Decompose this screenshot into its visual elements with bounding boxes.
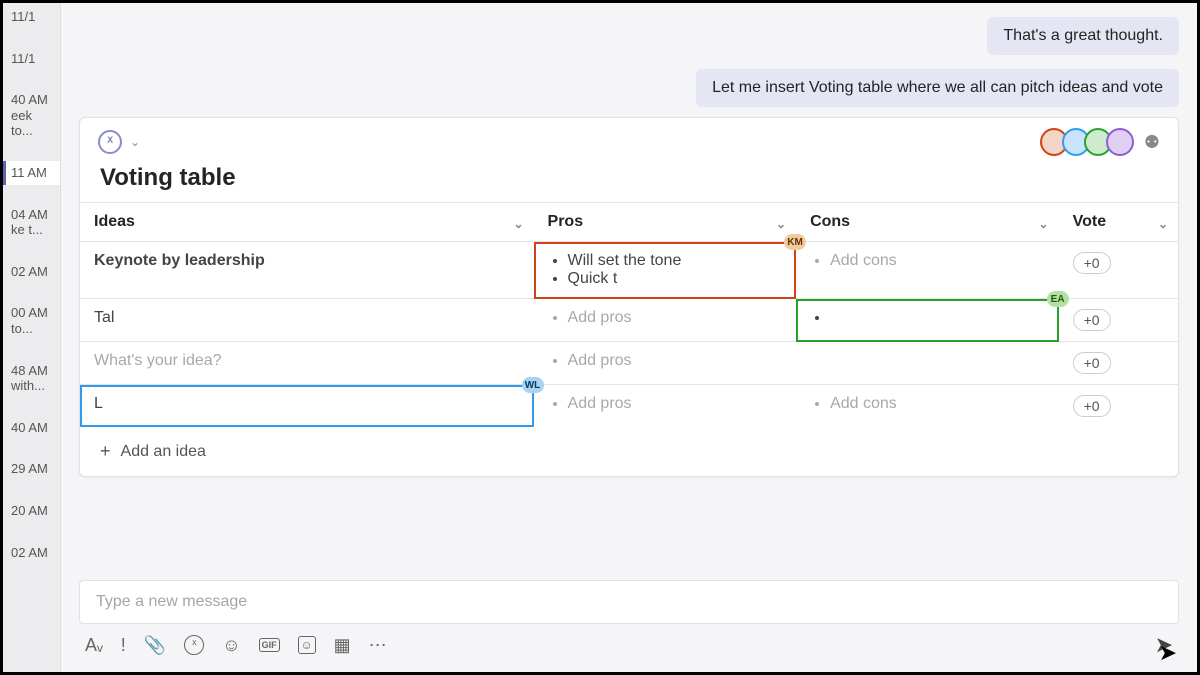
chat-list-item[interactable]: 48 AMwith... <box>3 359 60 398</box>
table-row: WL L Add pros Add cons +0 <box>80 385 1178 428</box>
chevron-down-icon[interactable]: ⌄ <box>130 135 140 149</box>
table-row: Keynote by leadership KM Will set the to… <box>80 242 1178 299</box>
cursor-icon: ➤ <box>1159 640 1177 666</box>
idea-cell[interactable]: WL L <box>80 385 534 428</box>
pros-cell[interactable]: Add pros <box>534 342 797 385</box>
column-header-ideas[interactable]: Ideas⌄ <box>80 203 534 242</box>
pros-cell[interactable]: KM Will set the tone Quick t <box>534 242 797 299</box>
avatar[interactable] <box>1106 128 1134 156</box>
chat-list-item[interactable]: 40 AM <box>3 416 60 440</box>
send-button[interactable]: ➤ ➤ <box>1155 632 1173 658</box>
format-icon[interactable]: Aᵥ <box>85 635 103 656</box>
more-icon[interactable]: ⋯ <box>369 635 387 656</box>
chat-list-item[interactable]: 02 AM <box>3 541 60 565</box>
column-header-vote[interactable]: Vote⌄ <box>1059 203 1178 242</box>
plus-icon: + <box>100 441 111 462</box>
vote-cell[interactable]: +0 <box>1059 385 1178 428</box>
pros-cell[interactable]: Add pros <box>534 299 797 342</box>
voting-table: Ideas⌄ Pros⌄ Cons⌄ Vote⌄ Keynote by lead… <box>80 202 1178 427</box>
vote-cell[interactable]: +0 <box>1059 342 1178 385</box>
presence-badge: KM <box>784 234 806 250</box>
cons-cell[interactable]: EA <box>796 299 1059 342</box>
collaborator-avatars[interactable]: ⚉ <box>1046 128 1160 156</box>
vote-button[interactable]: +0 <box>1073 252 1111 274</box>
chevron-down-icon[interactable]: ⌄ <box>776 217 786 231</box>
app-icon[interactable]: ▦ <box>334 635 351 656</box>
chat-list-item[interactable]: 04 AMke t... <box>3 203 60 242</box>
idea-cell[interactable]: Keynote by leadership <box>80 242 534 299</box>
cons-cell[interactable]: Add cons <box>796 242 1059 299</box>
column-header-cons[interactable]: Cons⌄ <box>796 203 1059 242</box>
priority-icon[interactable]: ! <box>121 635 126 656</box>
chat-list-item[interactable]: 00 AMto... <box>3 301 60 340</box>
compose-area: Type a new message Aᵥ ! 📎 ᕽ ☺ GIF ☺ ▦ ⋯ … <box>79 580 1179 658</box>
vote-button[interactable]: +0 <box>1073 352 1111 374</box>
vote-cell[interactable]: +0 <box>1059 299 1178 342</box>
add-idea-button[interactable]: + Add an idea <box>80 427 1178 476</box>
emoji-icon[interactable]: ☺ <box>222 635 240 656</box>
compose-toolbar: Aᵥ ! 📎 ᕽ ☺ GIF ☺ ▦ ⋯ ➤ ➤ <box>79 624 1179 658</box>
chat-list-item[interactable]: 20 AM <box>3 499 60 523</box>
message-bubble: Let me insert Voting table where we all … <box>696 69 1179 107</box>
message-bubble: That's a great thought. <box>987 17 1179 55</box>
cons-cell[interactable]: Add cons <box>796 385 1059 428</box>
vote-cell[interactable]: +0 <box>1059 242 1178 299</box>
attach-icon[interactable]: 📎 <box>144 635 166 656</box>
chat-list-item[interactable]: 11 AM <box>3 161 60 185</box>
vote-button[interactable]: +0 <box>1073 395 1111 417</box>
chevron-down-icon[interactable]: ⌄ <box>513 217 523 231</box>
presence-badge: EA <box>1047 291 1069 307</box>
share-icon[interactable]: ⚉ <box>1144 132 1160 153</box>
table-row: Tal Add pros EA +0 <box>80 299 1178 342</box>
column-header-pros[interactable]: Pros⌄ <box>534 203 797 242</box>
loop-component-card: ᕽ ⌄ ⚉ Voting table Ideas⌄ Pros⌄ Cons⌄ Vo… <box>79 117 1179 477</box>
cons-cell[interactable] <box>796 342 1059 385</box>
pros-cell[interactable]: Add pros <box>534 385 797 428</box>
sticker-icon[interactable]: ☺ <box>298 636 316 654</box>
chevron-down-icon[interactable]: ⌄ <box>1039 217 1049 231</box>
loop-icon[interactable]: ᕽ <box>98 130 122 154</box>
idea-cell[interactable]: Tal <box>80 299 534 342</box>
presence-badge: WL <box>522 377 544 393</box>
table-row: What's your idea? Add pros +0 <box>80 342 1178 385</box>
message-input[interactable]: Type a new message <box>79 580 1179 624</box>
loop-title[interactable]: Voting table <box>80 162 1178 202</box>
vote-button[interactable]: +0 <box>1073 309 1111 331</box>
gif-icon[interactable]: GIF <box>259 638 280 652</box>
chat-list-item[interactable]: 11/1 <box>3 47 60 71</box>
idea-cell[interactable]: What's your idea? <box>80 342 534 385</box>
chat-list-item[interactable]: 02 AM <box>3 260 60 284</box>
loop-icon[interactable]: ᕽ <box>184 635 204 655</box>
chat-list-item[interactable]: 29 AM <box>3 457 60 481</box>
chevron-down-icon[interactable]: ⌄ <box>1158 217 1168 231</box>
chat-pane: That's a great thought. Let me insert Vo… <box>61 3 1197 672</box>
chat-list-item[interactable]: 11/1 <box>3 5 60 29</box>
chat-list-item[interactable]: 40 AMeek to... <box>3 88 60 143</box>
chat-list-sidebar: 11/1 11/1 40 AMeek to... 11 AM 04 AMke t… <box>3 3 61 672</box>
